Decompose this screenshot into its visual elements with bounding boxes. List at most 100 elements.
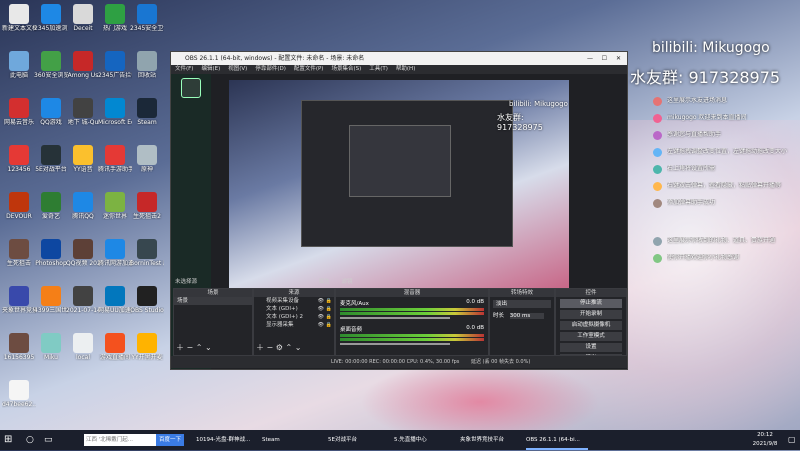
- obs-window[interactable]: OBS 26.1.1 (64-bit, windows) - 配置文件: 未命名…: [170, 51, 628, 370]
- control-button[interactable]: 工作室模式: [560, 332, 622, 341]
- desktop-icon[interactable]: 2345安全卫士: [130, 4, 164, 32]
- desktop-icon[interactable]: 5E对战平台: [34, 145, 68, 173]
- maximize-icon[interactable]: ☐: [602, 52, 607, 65]
- desktop-icon[interactable]: YY语音: [66, 145, 100, 173]
- desktop-icon[interactable]: 回收站: [130, 51, 164, 79]
- taskbar-app[interactable]: OBS 26.1.1 (64-bi...: [526, 430, 588, 450]
- desktop-icon[interactable]: 2345加速浏览器: [34, 4, 68, 32]
- desktop-icon[interactable]: Microsoft Edge: [98, 98, 132, 126]
- system-clock[interactable]: 20:12 2021/9/8: [745, 430, 785, 451]
- control-button[interactable]: 停止推流: [560, 299, 622, 308]
- menu-item[interactable]: 配置文件(P): [294, 66, 324, 72]
- search-icon[interactable]: ○: [26, 430, 34, 450]
- menu-item[interactable]: 帮助(H): [396, 66, 415, 72]
- desktop-icon-label: 生死狙击2: [133, 213, 161, 220]
- desktop-icon[interactable]: 2345广告拦截: [98, 51, 132, 79]
- desktop-icon[interactable]: 新建文本文档: [2, 4, 36, 32]
- volume-slider[interactable]: [340, 343, 450, 345]
- filters-button[interactable]: 滤镜: [342, 279, 353, 285]
- volume-slider[interactable]: [340, 317, 450, 319]
- desktop-icon-label: 网易云音乐: [3, 119, 34, 126]
- desktop-icon[interactable]: OBS Studio: [130, 286, 164, 314]
- desktop-icon[interactable]: 4399三国世界: [34, 286, 68, 314]
- duration-input[interactable]: 300 ms: [509, 313, 544, 319]
- source-item[interactable]: 视频采集设备 👁 🔒: [254, 297, 334, 305]
- visibility-icon[interactable]: 👁: [318, 297, 324, 305]
- desktop-icon[interactable]: 生死狙击2: [130, 192, 164, 220]
- close-icon[interactable]: ✕: [616, 52, 621, 65]
- transition-select[interactable]: 淡出: [493, 300, 551, 308]
- lock-icon[interactable]: 🔒: [326, 321, 332, 329]
- desktop-icon[interactable]: 16156395: [2, 333, 36, 361]
- desktop-icon[interactable]: 2021-07-14 19-32-02: [66, 286, 100, 314]
- visibility-icon[interactable]: 👁: [318, 321, 324, 329]
- desktop-icon[interactable]: 123456: [2, 145, 36, 173]
- desktop-icon[interactable]: 夹象世界竞技平台: [2, 286, 36, 314]
- taskbar-app[interactable]: 夹象世界竞技平台: [460, 430, 522, 450]
- desktop-icon[interactable]: DEVOUR: [2, 192, 36, 220]
- desktop-icon[interactable]: 迷你世界: [98, 192, 132, 220]
- control-button[interactable]: 启动虚拟摄像机: [560, 321, 622, 330]
- taskbar-app[interactable]: 10194-光盘-群神战...: [196, 430, 258, 450]
- scene-item[interactable]: 场景: [174, 297, 252, 305]
- desktop-icon[interactable]: Photoshop: [34, 239, 68, 267]
- notification-icon[interactable]: ▢: [788, 430, 796, 450]
- desktop-icon-label: 新建文本文档: [2, 25, 36, 32]
- start-button[interactable]: ⊞: [4, 430, 18, 450]
- desktop-icon[interactable]: 360安全浏览器: [34, 51, 68, 79]
- desktop-icon[interactable]: Deceit: [66, 4, 100, 32]
- taskbar-search-input[interactable]: 江西 '北稀戴门起...: [86, 437, 133, 443]
- desktop-icon[interactable]: 地下 城-Qu: [66, 98, 100, 126]
- desktop-icon[interactable]: YY开黑开麦: [130, 333, 164, 361]
- control-button[interactable]: 开始录制: [560, 310, 622, 319]
- desktop-icon-label: 网易UU加速器: [98, 307, 132, 314]
- menu-item[interactable]: 视图(V): [228, 66, 247, 72]
- app-icon: [41, 239, 61, 259]
- desktop-icon[interactable]: d47bee62...: [2, 380, 36, 408]
- visibility-icon[interactable]: 👁: [318, 313, 324, 321]
- obs-titlebar[interactable]: OBS 26.1.1 (64-bit, windows) - 配置文件: 未命名…: [171, 52, 627, 65]
- baidu-search-button[interactable]: 百度一下: [156, 434, 184, 446]
- desktop-icon[interactable]: 网易云音乐: [2, 98, 36, 126]
- desktop-icon[interactable]: 热门游戏: [98, 4, 132, 32]
- desktop-icon[interactable]: QQ视频 20210116: [66, 239, 100, 267]
- desktop-icon[interactable]: local: [66, 333, 100, 361]
- app-icon: [73, 192, 93, 212]
- desktop-icon[interactable]: 生死狙击: [2, 239, 36, 267]
- desktop-icon[interactable]: 腾讯QQ: [66, 192, 100, 220]
- control-button[interactable]: 设置: [560, 343, 622, 352]
- task-view-icon[interactable]: ▭: [44, 430, 53, 450]
- source-item[interactable]: 显示器采集 👁 🔒: [254, 321, 334, 329]
- properties-button[interactable]: 属性: [319, 279, 330, 285]
- minimize-icon[interactable]: —: [587, 52, 593, 65]
- desktop-icon[interactable]: 网易UU加速器: [98, 286, 132, 314]
- lock-icon[interactable]: 🔒: [326, 313, 332, 321]
- desktop-icon[interactable]: 腾讯网游加速器: [98, 239, 132, 267]
- desktop-icon[interactable]: QQ游戏: [34, 98, 68, 126]
- desktop-icon[interactable]: Among Us: [66, 51, 100, 79]
- taskbar-app[interactable]: Steam: [262, 430, 324, 450]
- menu-item[interactable]: 编辑(E): [201, 66, 220, 72]
- menu-item[interactable]: 工具(T): [369, 66, 388, 72]
- menu-item[interactable]: 场景集合(S): [331, 66, 361, 72]
- desktop-icon[interactable]: 爱奇艺: [34, 192, 68, 220]
- desktop-icon[interactable]: BorninTest 压力测试: [130, 239, 164, 267]
- desktop-icon[interactable]: 腾讯手游助手: [98, 145, 132, 173]
- volume-meter: [340, 308, 484, 311]
- menu-item[interactable]: 停靠部件(D): [255, 66, 286, 72]
- taskbar-app[interactable]: 5E对战平台: [328, 430, 390, 450]
- lock-icon[interactable]: 🔒: [326, 305, 332, 313]
- source-item[interactable]: 文本 (GDI+) 2 👁 🔒: [254, 313, 334, 321]
- desktop-icon[interactable]: 游戏直播间: [98, 333, 132, 361]
- taskbar-app[interactable]: 5.先直播中心: [394, 430, 456, 450]
- menu-item[interactable]: 文件(F): [175, 66, 193, 72]
- desktop-icon[interactable]: Miku: [34, 333, 68, 361]
- lock-icon[interactable]: 🔒: [326, 297, 332, 305]
- obs-preview-canvas[interactable]: bilibili: Mikugogo 水友群: 917328975: [229, 80, 569, 302]
- desktop-icon[interactable]: Steam: [130, 98, 164, 126]
- taskbar-search-box[interactable]: 江西 '北稀戴门起...: [84, 434, 156, 446]
- visibility-icon[interactable]: 👁: [318, 305, 324, 313]
- desktop-icon[interactable]: 原神: [130, 145, 164, 173]
- source-item[interactable]: 文本 (GDI+) 👁 🔒: [254, 305, 334, 313]
- desktop-icon[interactable]: 此电脑: [2, 51, 36, 79]
